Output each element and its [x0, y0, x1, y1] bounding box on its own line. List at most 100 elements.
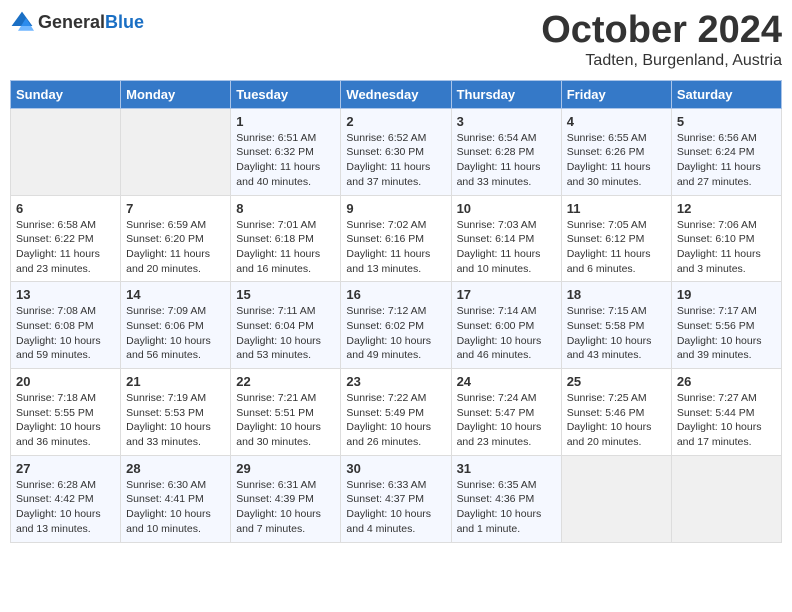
day-detail: Sunrise: 7:15 AMSunset: 5:58 PMDaylight:… — [567, 305, 652, 361]
calendar-cell — [121, 108, 231, 195]
day-detail: Sunrise: 6:28 AMSunset: 4:42 PMDaylight:… — [16, 479, 101, 535]
day-number: 12 — [677, 201, 776, 216]
day-detail: Sunrise: 6:56 AMSunset: 6:24 PMDaylight:… — [677, 132, 761, 188]
day-detail: Sunrise: 7:21 AMSunset: 5:51 PMDaylight:… — [236, 392, 321, 448]
calendar-cell — [561, 455, 671, 542]
day-detail: Sunrise: 7:14 AMSunset: 6:00 PMDaylight:… — [457, 305, 542, 361]
calendar-cell: 23Sunrise: 7:22 AMSunset: 5:49 PMDayligh… — [341, 369, 451, 456]
day-detail: Sunrise: 6:35 AMSunset: 4:36 PMDaylight:… — [457, 479, 542, 535]
calendar-cell — [671, 455, 781, 542]
day-detail: Sunrise: 6:55 AMSunset: 6:26 PMDaylight:… — [567, 132, 651, 188]
day-detail: Sunrise: 6:51 AMSunset: 6:32 PMDaylight:… — [236, 132, 320, 188]
calendar-week-4: 20 Sunrise: 7:18 AMSunset: 5:55 PMDayligh… — [11, 369, 782, 456]
calendar-cell: 16Sunrise: 7:12 AMSunset: 6:02 PMDayligh… — [341, 282, 451, 369]
logo-general: General — [38, 12, 105, 32]
day-number: 25 — [567, 374, 666, 389]
calendar-cell: 2Sunrise: 6:52 AMSunset: 6:30 PMDaylight… — [341, 108, 451, 195]
calendar-cell: 27 Sunrise: 6:28 AMSunset: 4:42 PMDayligh… — [11, 455, 121, 542]
calendar-cell — [11, 108, 121, 195]
calendar-cell: 30 Sunrise: 6:33 AMSunset: 4:37 PMDayligh… — [341, 455, 451, 542]
day-number: 14 — [126, 287, 225, 302]
calendar-table: SundayMondayTuesdayWednesdayThursdayFrid… — [10, 80, 782, 543]
day-detail: Sunrise: 6:52 AMSunset: 6:30 PMDaylight:… — [346, 132, 430, 188]
logo-icon — [10, 10, 34, 34]
calendar-cell: 28Sunrise: 6:30 AMSunset: 4:41 PMDayligh… — [121, 455, 231, 542]
day-number: 6 — [16, 201, 115, 216]
calendar-cell: 13 Sunrise: 7:08 AMSunset: 6:08 PMDayligh… — [11, 282, 121, 369]
day-number: 24 — [457, 374, 556, 389]
day-number: 13 — [16, 287, 115, 302]
page-header: GeneralBlue October 2024 Tadten, Burgenl… — [10, 10, 782, 70]
day-number: 18 — [567, 287, 666, 302]
day-number: 17 — [457, 287, 556, 302]
month-title: October 2024 — [541, 10, 782, 52]
day-number: 1 — [236, 114, 335, 129]
day-number: 31 — [457, 461, 556, 476]
day-detail: Sunrise: 7:25 AMSunset: 5:46 PMDaylight:… — [567, 392, 652, 448]
day-detail: Sunrise: 6:33 AMSunset: 4:37 PMDaylight:… — [346, 479, 431, 535]
day-number: 29 — [236, 461, 335, 476]
calendar-header: SundayMondayTuesdayWednesdayThursdayFrid… — [11, 80, 782, 108]
day-number: 22 — [236, 374, 335, 389]
calendar-cell: 6 Sunrise: 6:58 AMSunset: 6:22 PMDaylight… — [11, 195, 121, 282]
day-number: 9 — [346, 201, 445, 216]
calendar-cell: 18 Sunrise: 7:15 AMSunset: 5:58 PMDayligh… — [561, 282, 671, 369]
day-number: 7 — [126, 201, 225, 216]
calendar-cell: 26Sunrise: 7:27 AMSunset: 5:44 PMDayligh… — [671, 369, 781, 456]
day-number: 26 — [677, 374, 776, 389]
day-detail: Sunrise: 7:18 AMSunset: 5:55 PMDaylight:… — [16, 392, 101, 448]
calendar-body: 1 Sunrise: 6:51 AMSunset: 6:32 PMDaylight… — [11, 108, 782, 542]
calendar-cell: 25 Sunrise: 7:25 AMSunset: 5:46 PMDayligh… — [561, 369, 671, 456]
day-number: 5 — [677, 114, 776, 129]
calendar-cell: 24 Sunrise: 7:24 AMSunset: 5:47 PMDayligh… — [451, 369, 561, 456]
header-cell-monday: Monday — [121, 80, 231, 108]
day-number: 30 — [346, 461, 445, 476]
day-detail: Sunrise: 6:31 AMSunset: 4:39 PMDaylight:… — [236, 479, 321, 535]
day-number: 16 — [346, 287, 445, 302]
day-number: 19 — [677, 287, 776, 302]
day-detail: Sunrise: 6:54 AMSunset: 6:28 PMDaylight:… — [457, 132, 541, 188]
calendar-cell: 8Sunrise: 7:01 AMSunset: 6:18 PMDaylight… — [231, 195, 341, 282]
day-number: 3 — [457, 114, 556, 129]
header-row: SundayMondayTuesdayWednesdayThursdayFrid… — [11, 80, 782, 108]
day-number: 20 — [16, 374, 115, 389]
day-detail: Sunrise: 7:24 AMSunset: 5:47 PMDaylight:… — [457, 392, 542, 448]
calendar-cell: 20 Sunrise: 7:18 AMSunset: 5:55 PMDayligh… — [11, 369, 121, 456]
calendar-cell: 21Sunrise: 7:19 AMSunset: 5:53 PMDayligh… — [121, 369, 231, 456]
day-detail: Sunrise: 7:08 AMSunset: 6:08 PMDaylight:… — [16, 305, 101, 361]
calendar-week-5: 27 Sunrise: 6:28 AMSunset: 4:42 PMDayligh… — [11, 455, 782, 542]
calendar-cell: 31 Sunrise: 6:35 AMSunset: 4:36 PMDayligh… — [451, 455, 561, 542]
calendar-cell: 17 Sunrise: 7:14 AMSunset: 6:00 PMDayligh… — [451, 282, 561, 369]
calendar-cell: 19Sunrise: 7:17 AMSunset: 5:56 PMDayligh… — [671, 282, 781, 369]
calendar-cell: 29 Sunrise: 6:31 AMSunset: 4:39 PMDayligh… — [231, 455, 341, 542]
header-cell-friday: Friday — [561, 80, 671, 108]
calendar-cell: 9 Sunrise: 7:02 AMSunset: 6:16 PMDaylight… — [341, 195, 451, 282]
calendar-cell: 1 Sunrise: 6:51 AMSunset: 6:32 PMDaylight… — [231, 108, 341, 195]
calendar-cell: 11Sunrise: 7:05 AMSunset: 6:12 PMDayligh… — [561, 195, 671, 282]
day-number: 10 — [457, 201, 556, 216]
day-detail: Sunrise: 6:30 AMSunset: 4:41 PMDaylight:… — [126, 479, 211, 535]
calendar-cell: 5 Sunrise: 6:56 AMSunset: 6:24 PMDaylight… — [671, 108, 781, 195]
calendar-week-3: 13 Sunrise: 7:08 AMSunset: 6:08 PMDayligh… — [11, 282, 782, 369]
day-detail: Sunrise: 6:59 AMSunset: 6:20 PMDaylight:… — [126, 219, 210, 275]
header-cell-thursday: Thursday — [451, 80, 561, 108]
day-number: 23 — [346, 374, 445, 389]
location-subtitle: Tadten, Burgenland, Austria — [541, 52, 782, 70]
header-cell-saturday: Saturday — [671, 80, 781, 108]
day-number: 27 — [16, 461, 115, 476]
day-detail: Sunrise: 7:02 AMSunset: 6:16 PMDaylight:… — [346, 219, 430, 275]
title-block: October 2024 Tadten, Burgenland, Austria — [541, 10, 782, 70]
header-cell-tuesday: Tuesday — [231, 80, 341, 108]
calendar-cell: 10 Sunrise: 7:03 AMSunset: 6:14 PMDayligh… — [451, 195, 561, 282]
day-detail: Sunrise: 7:06 AMSunset: 6:10 PMDaylight:… — [677, 219, 761, 275]
day-detail: Sunrise: 6:58 AMSunset: 6:22 PMDaylight:… — [16, 219, 100, 275]
calendar-cell: 7 Sunrise: 6:59 AMSunset: 6:20 PMDaylight… — [121, 195, 231, 282]
day-number: 8 — [236, 201, 335, 216]
day-detail: Sunrise: 7:03 AMSunset: 6:14 PMDaylight:… — [457, 219, 541, 275]
day-number: 21 — [126, 374, 225, 389]
header-cell-wednesday: Wednesday — [341, 80, 451, 108]
calendar-cell: 3 Sunrise: 6:54 AMSunset: 6:28 PMDaylight… — [451, 108, 561, 195]
calendar-cell: 12 Sunrise: 7:06 AMSunset: 6:10 PMDayligh… — [671, 195, 781, 282]
calendar-cell: 4Sunrise: 6:55 AMSunset: 6:26 PMDaylight… — [561, 108, 671, 195]
calendar-week-1: 1 Sunrise: 6:51 AMSunset: 6:32 PMDaylight… — [11, 108, 782, 195]
